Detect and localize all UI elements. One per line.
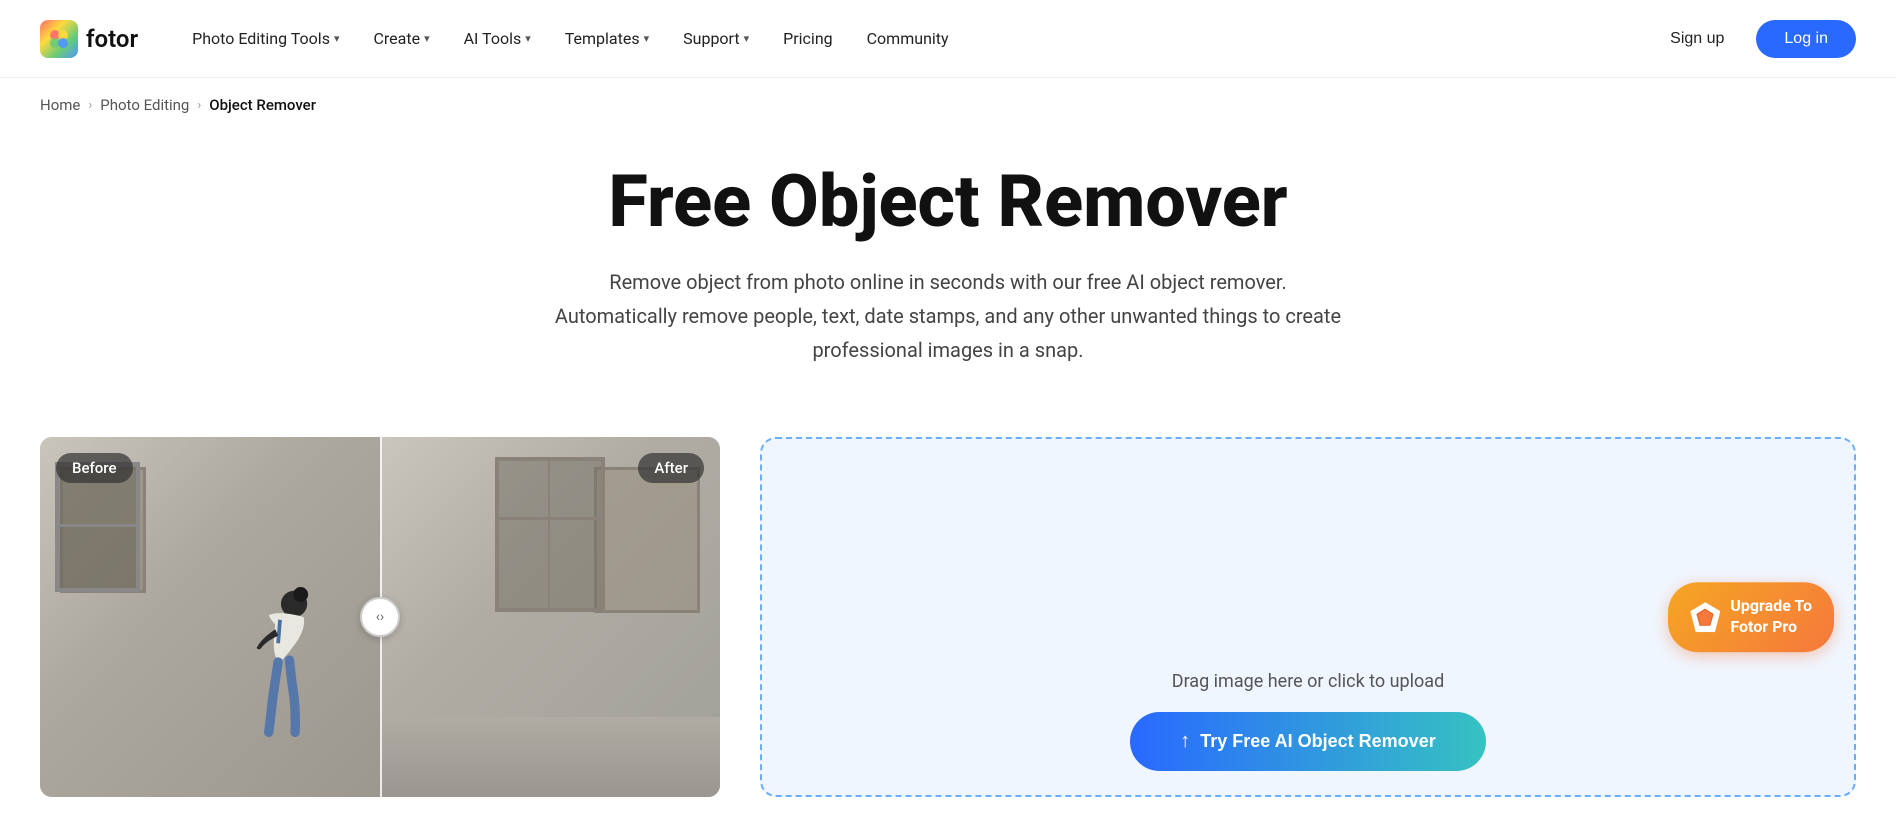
- hero-section: Free Object Remover Remove object from p…: [0, 132, 1896, 407]
- chevron-down-icon: ▾: [644, 32, 650, 45]
- nav-item-photo-editing-tools[interactable]: Photo Editing Tools ▾: [178, 21, 353, 56]
- main-content: Before After ‹› Upgrade To Fotor Pro Dra…: [0, 407, 1896, 797]
- nav-label-support: Support: [683, 29, 739, 48]
- nav-label-create: Create: [373, 29, 420, 48]
- login-button[interactable]: Log in: [1756, 20, 1856, 58]
- try-button-label: Try Free AI Object Remover: [1200, 731, 1435, 752]
- person-silhouette: [240, 587, 320, 737]
- nav-label-community: Community: [867, 29, 949, 48]
- diamond-icon: [1690, 602, 1720, 632]
- breadcrumb-separator-1: ›: [88, 98, 92, 113]
- header-actions: Sign up Log in: [1654, 20, 1856, 58]
- nav-label-pricing: Pricing: [783, 29, 833, 48]
- chevron-down-icon: ▾: [334, 32, 340, 45]
- upload-icon: ↑: [1180, 730, 1190, 753]
- logo-text: fotor: [86, 25, 138, 53]
- breadcrumb: Home › Photo Editing › Object Remover: [0, 78, 1896, 132]
- chevron-down-icon: ▾: [744, 32, 750, 45]
- breadcrumb-current: Object Remover: [209, 96, 316, 114]
- logo-icon: [40, 20, 78, 58]
- after-label: After: [638, 453, 704, 483]
- try-button[interactable]: ↑ Try Free AI Object Remover: [1130, 712, 1485, 771]
- upgrade-badge[interactable]: Upgrade To Fotor Pro: [1668, 582, 1834, 652]
- nav-label-photo-editing-tools: Photo Editing Tools: [192, 29, 330, 48]
- upgrade-line1: Upgrade To: [1730, 596, 1812, 617]
- logo-link[interactable]: fotor: [40, 20, 138, 58]
- nav-item-community[interactable]: Community: [853, 21, 963, 56]
- chevron-down-icon: ▾: [424, 32, 430, 45]
- hero-description: Remove object from photo online in secon…: [548, 265, 1348, 367]
- nav-label-templates: Templates: [565, 29, 640, 48]
- signup-button[interactable]: Sign up: [1654, 22, 1740, 56]
- page-title: Free Object Remover: [40, 162, 1856, 241]
- breadcrumb-parent[interactable]: Photo Editing: [100, 96, 189, 114]
- breadcrumb-separator-2: ›: [197, 98, 201, 113]
- nav-item-templates[interactable]: Templates ▾: [551, 21, 663, 56]
- after-image: [380, 437, 720, 797]
- nav-item-pricing[interactable]: Pricing: [769, 21, 847, 56]
- nav-item-create[interactable]: Create ▾: [359, 21, 443, 56]
- nav-item-support[interactable]: Support ▾: [669, 21, 763, 56]
- drag-text: Drag image here or click to upload: [1172, 671, 1444, 692]
- before-image: [40, 437, 380, 797]
- before-label: Before: [56, 453, 133, 483]
- nav-item-ai-tools[interactable]: AI Tools ▾: [450, 21, 545, 56]
- upgrade-line2: Fotor Pro: [1730, 617, 1812, 638]
- upgrade-text: Upgrade To Fotor Pro: [1730, 596, 1812, 638]
- site-header: fotor Photo Editing Tools ▾ Create ▾ AI …: [0, 0, 1896, 78]
- slider-handle[interactable]: ‹›: [360, 597, 400, 637]
- before-after-panel: Before After ‹›: [40, 437, 720, 797]
- chevron-down-icon: ▾: [525, 32, 531, 45]
- upload-panel[interactable]: Upgrade To Fotor Pro Drag image here or …: [760, 437, 1856, 797]
- nav-label-ai-tools: AI Tools: [464, 29, 522, 48]
- breadcrumb-home[interactable]: Home: [40, 96, 80, 114]
- main-nav: Photo Editing Tools ▾ Create ▾ AI Tools …: [178, 21, 1654, 56]
